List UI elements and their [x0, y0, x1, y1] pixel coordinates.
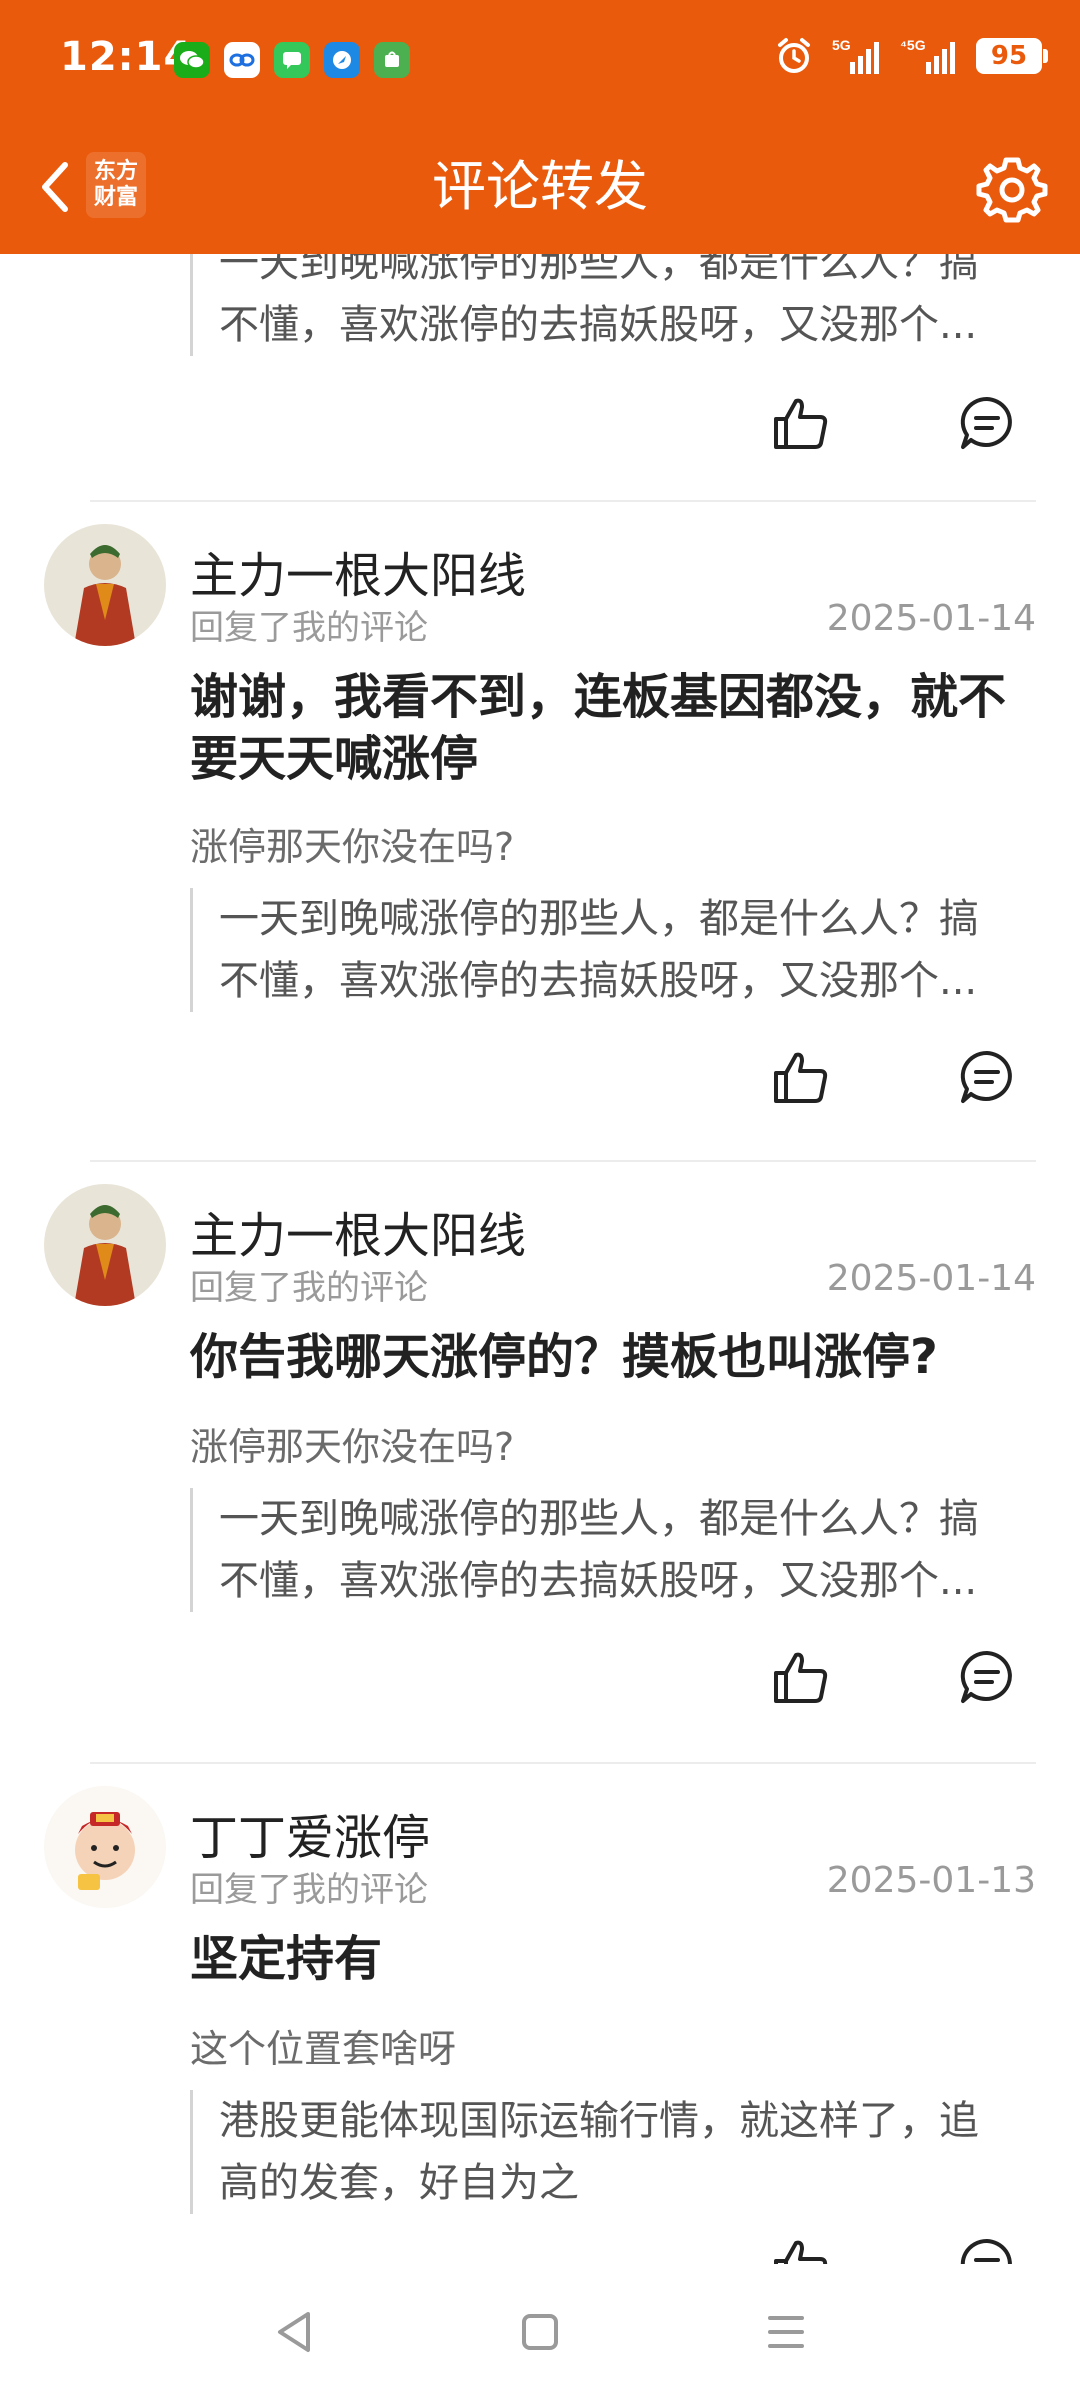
avatar[interactable]	[44, 1786, 166, 1908]
comment-text[interactable]: 谢谢，我看不到，连板基因都没，就不 要天天喊涨停	[190, 666, 1020, 790]
nav-home-button[interactable]	[510, 2302, 570, 2362]
quote-line: 不懂，喜欢涨停的去搞妖股呀，又没那个...	[219, 1558, 978, 1604]
signal-icon-2: ⁴5G	[900, 37, 955, 74]
quote-line: 不懂，喜欢涨停的去搞妖股呀，又没那个...	[219, 958, 978, 1004]
quote-line: 高的发套，好自为之	[219, 2160, 579, 2206]
comment-icon	[960, 1650, 1012, 1703]
comment-line: 坚定持有	[190, 1931, 383, 1987]
triangle-back-icon	[278, 2312, 310, 2352]
username[interactable]: 主力一根大阳线	[190, 536, 526, 606]
thumbs-up-icon	[774, 398, 828, 449]
action-text: 回复了我的评论	[190, 608, 428, 648]
like-button[interactable]	[766, 388, 836, 458]
comment-icon	[960, 396, 1012, 449]
timestamp: 2025-01-14	[826, 598, 1036, 639]
app-header-bar: 12:14 5G ⁴5G 95 东方 财富 评论转发	[0, 0, 1080, 254]
comment-feed[interactable]: 一天到晚喊涨停的那些人，都是什么人？搞 不懂，喜欢涨停的去搞妖股呀，又没那个..…	[0, 254, 1080, 2264]
comment-button[interactable]	[952, 388, 1022, 458]
menu-icon	[768, 2316, 804, 2348]
nav-header: 东方 财富 评论转发	[0, 122, 1080, 254]
comment-line: 你告我哪天涨停的？摸板也叫涨停?	[190, 1329, 938, 1385]
quote-line: 港股更能体现国际运输行情，就这样了，追	[219, 2098, 979, 2144]
thumbs-up-icon	[774, 2240, 828, 2264]
gear-icon	[976, 157, 1048, 223]
like-button[interactable]	[766, 1042, 836, 1112]
comment-button[interactable]	[952, 1642, 1022, 1712]
signal-icon: 5G	[832, 37, 879, 74]
timestamp: 2025-01-13	[826, 1860, 1036, 1901]
status-bar: 12:14 5G ⁴5G 95	[0, 0, 1080, 122]
divider	[90, 1762, 1036, 1764]
quoted-comment[interactable]: 一天到晚喊涨停的那些人，都是什么人？搞 不懂，喜欢涨停的去搞妖股呀，又没那个..…	[190, 1488, 1020, 1612]
notification-icons	[174, 42, 410, 78]
comment-icon	[960, 1050, 1012, 1103]
nav-menu-button[interactable]	[756, 2302, 816, 2362]
wechat-icon	[174, 42, 210, 78]
thumbs-up-icon	[774, 1052, 828, 1103]
browser-app-icon	[324, 42, 360, 78]
divider	[90, 500, 1036, 502]
status-right: 5G ⁴5G 95	[774, 36, 1048, 76]
store-app-icon	[374, 42, 410, 78]
thumbs-up-icon	[774, 1652, 828, 1703]
square-home-icon	[522, 2314, 558, 2350]
divider	[90, 1160, 1036, 1162]
alarm-icon	[778, 38, 810, 73]
reply-text[interactable]: 涨停那天你没在吗?	[190, 1416, 514, 1471]
comment-button[interactable]	[952, 2230, 1022, 2264]
comment-text[interactable]: 你告我哪天涨停的？摸板也叫涨停?	[190, 1326, 1020, 1388]
quoted-comment[interactable]: 一天到晚喊涨停的那些人，都是什么人？搞 不懂，喜欢涨停的去搞妖股呀，又没那个..…	[190, 888, 1020, 1012]
avatar[interactable]	[44, 1184, 166, 1306]
nav-back-button[interactable]	[264, 2302, 324, 2362]
comment-button[interactable]	[952, 1042, 1022, 1112]
like-button[interactable]	[766, 2230, 836, 2264]
quoted-comment[interactable]: 一天到晚喊涨停的那些人，都是什么人？搞 不懂，喜欢涨停的去搞妖股呀，又没那个..…	[190, 254, 1020, 356]
timestamp: 2025-01-14	[826, 1258, 1036, 1299]
username[interactable]: 丁丁爱涨停	[190, 1798, 430, 1868]
reply-text[interactable]: 这个位置套啥呀	[190, 2018, 456, 2073]
link-app-icon	[224, 42, 260, 78]
quote-line: 一天到晚喊涨停的那些人，都是什么人？搞	[219, 1496, 979, 1542]
battery-indicator: 95	[976, 38, 1048, 74]
action-text: 回复了我的评论	[190, 1268, 428, 1308]
avatar[interactable]	[44, 524, 166, 646]
action-text: 回复了我的评论	[190, 1870, 428, 1910]
quoted-comment[interactable]: 港股更能体现国际运输行情，就这样了，追 高的发套，好自为之	[190, 2090, 1020, 2214]
svg-text:⁴5G: ⁴5G	[900, 37, 926, 53]
quote-line: 一天到晚喊涨停的那些人，都是什么人？搞	[219, 254, 979, 286]
quote-line: 不懂，喜欢涨停的去搞妖股呀，又没那个...	[219, 302, 978, 348]
like-button[interactable]	[766, 1642, 836, 1712]
comment-text[interactable]: 坚定持有	[190, 1928, 1020, 1990]
comment-line: 谢谢，我看不到，连板基因都没，就不	[190, 669, 1007, 725]
comment-line: 要天天喊涨停	[190, 731, 479, 787]
username[interactable]: 主力一根大阳线	[190, 1196, 526, 1266]
quote-line: 一天到晚喊涨停的那些人，都是什么人？搞	[219, 896, 979, 942]
settings-button[interactable]	[974, 152, 1050, 228]
svg-text:5G: 5G	[832, 37, 851, 53]
system-nav-bar	[0, 2264, 1080, 2400]
comment-icon	[960, 2238, 1012, 2264]
status-time: 12:14	[60, 34, 193, 80]
page-title: 评论转发	[432, 155, 648, 218]
reply-text[interactable]: 涨停那天你没在吗?	[190, 816, 514, 871]
message-app-icon	[274, 42, 310, 78]
